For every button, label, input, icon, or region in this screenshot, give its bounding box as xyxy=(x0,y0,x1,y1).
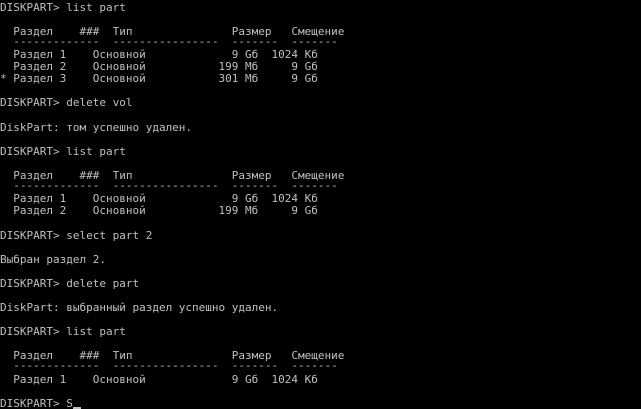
console-line: DISKPART> delete part xyxy=(0,277,140,290)
command-prompt-line[interactable]: DISKPART> S xyxy=(0,398,81,409)
prompt-label: DISKPART> xyxy=(0,397,67,409)
console-line: Раздел 1 Основной 9 Gб 1024 Кб xyxy=(0,373,318,386)
console-line: DISKPART> list part xyxy=(0,145,126,158)
console-line: DISKPART> list part xyxy=(0,1,126,14)
console-line: ------------- ---------------- ------- -… xyxy=(0,35,338,48)
console-line: DiskPart: том успешно удален. xyxy=(0,121,193,134)
console-line: DISKPART> delete vol xyxy=(0,96,133,109)
command-input[interactable]: S xyxy=(66,397,73,409)
console-line: Раздел 2 Основной 199 Мб 9 Gб xyxy=(0,204,318,217)
console-line: DISKPART> list part xyxy=(0,325,126,338)
console-line: ------------- ---------------- ------- -… xyxy=(0,179,338,192)
console-line: Выбран раздел 2. xyxy=(0,253,106,266)
console-line: DiskPart: выбранный раздел успешно удале… xyxy=(0,301,279,314)
console-line: DISKPART> select part 2 xyxy=(0,229,153,242)
console-window[interactable]: DISKPART> list part Раздел ### Тип Разме… xyxy=(0,0,641,409)
console-line: * Раздел 3 Основной 301 Мб 9 Gб xyxy=(0,72,318,85)
console-line: ------------- ---------------- ------- -… xyxy=(0,359,338,372)
